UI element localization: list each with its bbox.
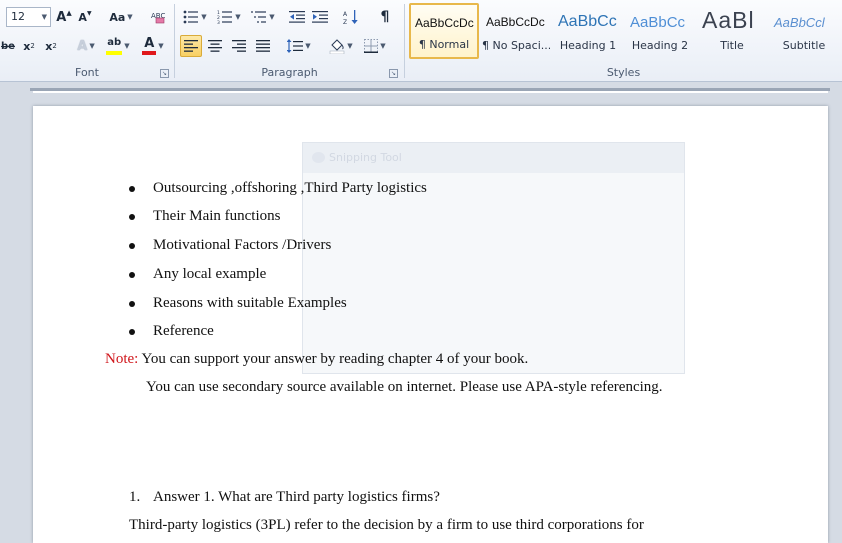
style-heading-2[interactable]: AaBbCc Heading 2: [625, 3, 695, 59]
note-text-1: You can support your answer by reading c…: [141, 351, 529, 367]
ribbon: 12 ▼ A ▲ A ▼ Aa ▼ ABC be x2 x2 A ▼ ab ▼ A ▼ …: [0, 0, 842, 82]
font-dialog-launcher[interactable]: ↘: [160, 69, 169, 78]
style-normal[interactable]: AaBbCcDc ¶ Normal: [409, 3, 479, 59]
font-color-button[interactable]: A ▼: [138, 35, 168, 57]
multilevel-list-button[interactable]: ▼: [248, 6, 278, 28]
note-label: Note:: [105, 351, 139, 367]
clear-formatting-button[interactable]: ABC: [148, 6, 168, 28]
styles-group: AaBbCcDc ¶ Normal AaBbCcDc ¶ No Spaci...…: [405, 0, 842, 82]
snipping-tool-overlay: Snipping Tool: [302, 142, 685, 374]
answer-number: 1.: [129, 489, 141, 505]
text-effects-button[interactable]: A ▼: [72, 35, 100, 57]
styles-group-label: Styles: [606, 66, 641, 79]
svg-text:Z: Z: [343, 19, 347, 25]
shrink-font-button[interactable]: A ▼: [76, 6, 94, 28]
snipping-tool-title-text: Snipping Tool: [329, 151, 402, 164]
borders-icon: [364, 39, 379, 53]
highlight-color-button[interactable]: ab ▼: [102, 35, 134, 57]
numbered-list-icon: 123: [217, 10, 233, 24]
style-name: Heading 1: [559, 39, 617, 52]
align-left-button[interactable]: [180, 35, 202, 57]
bullet-icon: [129, 214, 135, 220]
show-formatting-button[interactable]: ¶: [375, 6, 395, 28]
strikethrough-button[interactable]: be: [0, 35, 16, 57]
style-sample: AaBbCcDc: [415, 16, 474, 30]
list-item-text: Any local example: [153, 266, 267, 282]
subscript-button[interactable]: x2: [20, 35, 38, 57]
previous-page-bottom: [33, 91, 828, 93]
bullet-icon: [129, 243, 135, 249]
bullet-icon: [129, 301, 135, 307]
svg-text:3: 3: [217, 20, 220, 24]
style-sample: AaBbCcDc: [486, 15, 545, 29]
bullet-list-icon: [183, 10, 199, 24]
decrease-indent-button[interactable]: [287, 6, 307, 28]
decrease-indent-icon: [289, 11, 305, 23]
increase-indent-button[interactable]: [310, 6, 330, 28]
style-name: Subtitle: [782, 39, 826, 52]
style-name: Title: [720, 39, 744, 52]
style-sample: AaBbCc: [558, 13, 617, 30]
answer-heading: Answer 1. What are Third party logistics…: [153, 489, 440, 505]
superscript-button[interactable]: x2: [42, 35, 60, 57]
style-title[interactable]: AaBl Title: [697, 3, 767, 59]
scissors-icon: [312, 152, 325, 163]
style-no-spacing[interactable]: AaBbCcDc ¶ No Spaci...: [481, 3, 551, 59]
style-heading-1[interactable]: AaBbCc Heading 1: [553, 3, 623, 59]
style-sample: AaBbCcl: [774, 15, 825, 30]
body-paragraph: Third-party logistics (3PL) refer to the…: [129, 517, 644, 533]
list-item-text: Outsourcing ,offshoring ,Third Party log…: [153, 180, 427, 196]
bullet-icon: [129, 329, 135, 335]
eraser-icon: ABC: [151, 12, 165, 24]
style-sample: AaBl: [702, 7, 755, 33]
note-line-1: Note: You can support your answer by rea…: [105, 351, 528, 368]
font-size-value: 12: [11, 10, 25, 23]
highlighter-icon: ab: [106, 37, 123, 55]
bullet-icon: [129, 272, 135, 278]
font-color-icon: A: [142, 36, 157, 55]
bullet-icon: [129, 186, 135, 192]
paragraph-group-label: Paragraph: [261, 66, 318, 79]
sort-icon: AZ: [343, 10, 358, 25]
align-right-button[interactable]: [228, 35, 250, 57]
align-center-button[interactable]: [204, 35, 226, 57]
style-subtitle[interactable]: AaBbCcl Subtitle: [769, 3, 839, 59]
list-item-text: Reference: [153, 323, 214, 339]
pilcrow-icon: ¶: [380, 9, 390, 25]
style-sample: AaBbCc: [630, 14, 686, 31]
list-item-text: Motivational Factors /Drivers: [153, 237, 332, 253]
borders-button[interactable]: ▼: [359, 35, 391, 57]
align-right-icon: [232, 40, 246, 52]
justify-icon: [256, 40, 270, 52]
align-left-icon: [184, 40, 198, 52]
sort-button[interactable]: AZ: [341, 6, 361, 28]
list-item-text: Reasons with suitable Examples: [153, 295, 347, 311]
style-name: Heading 2: [631, 39, 689, 52]
grow-font-button[interactable]: A ▲: [55, 6, 73, 28]
line-spacing-button[interactable]: ▼: [283, 35, 315, 57]
paragraph-dialog-launcher[interactable]: ↘: [389, 69, 398, 78]
shading-button[interactable]: ▼: [325, 35, 357, 57]
font-group-label: Font: [75, 66, 99, 79]
svg-text:A: A: [343, 11, 348, 18]
font-group: 12 ▼ A ▲ A ▼ Aa ▼ ABC be x2 x2 A ▼ ab ▼ A ▼ …: [0, 0, 174, 82]
multilevel-list-icon: [251, 11, 267, 23]
paint-bucket-icon: [330, 39, 345, 54]
list-item-text: Their Main functions: [153, 208, 281, 224]
style-name: ¶ No Spaci...: [482, 39, 550, 52]
snipping-tool-title: Snipping Tool: [303, 143, 684, 173]
note-text-2: You can use secondary source available o…: [146, 379, 663, 395]
increase-indent-icon: [312, 11, 328, 23]
bullets-button[interactable]: ▼: [180, 6, 210, 28]
change-case-button[interactable]: Aa ▼: [106, 6, 136, 28]
justify-button[interactable]: [252, 35, 274, 57]
chevron-down-icon: ▼: [41, 13, 47, 21]
paragraph-group: ▼ 1 2 3 ▼ ▼ AZ ¶ ▼ ▼ ▼ Paragraph ↘: [175, 0, 404, 82]
line-spacing-icon: [287, 39, 304, 53]
font-size-box[interactable]: 12 ▼: [6, 7, 51, 27]
align-center-icon: [208, 40, 222, 52]
numbering-button[interactable]: 1 2 3 ▼: [214, 6, 244, 28]
style-name: ¶ Normal: [418, 38, 470, 51]
